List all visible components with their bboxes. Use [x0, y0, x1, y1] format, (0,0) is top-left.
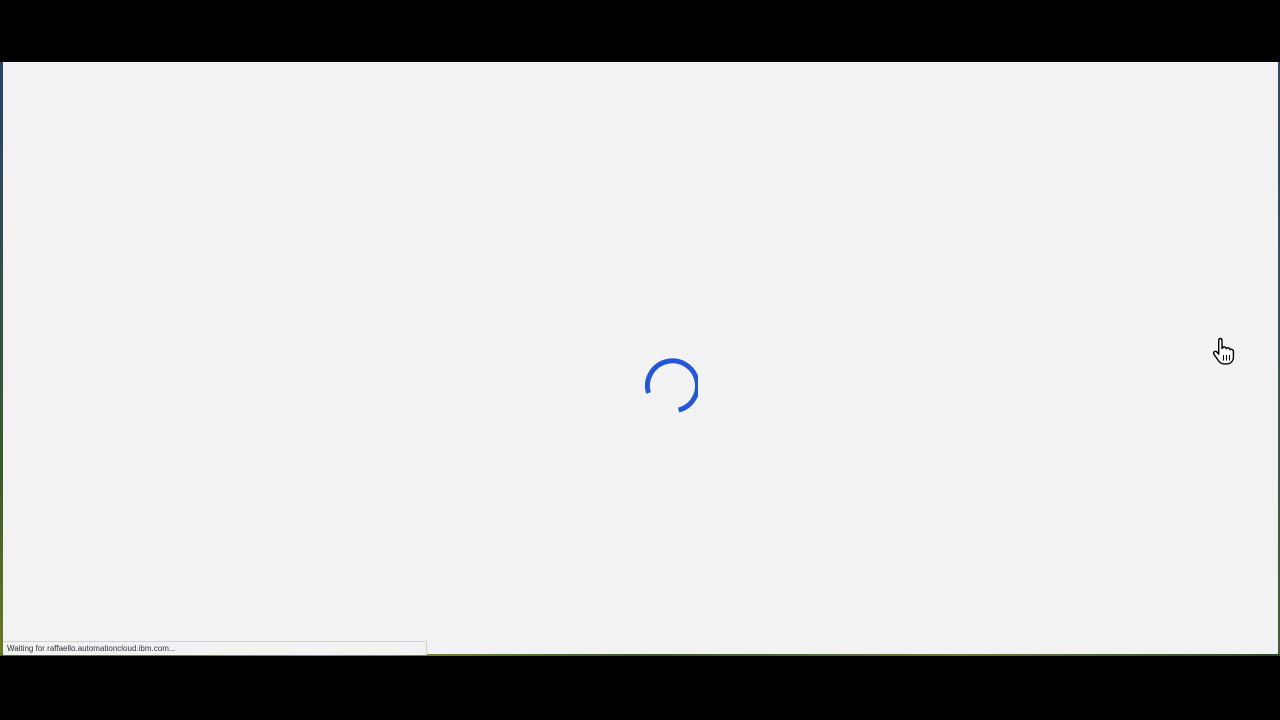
- loading-spinner-icon: [644, 358, 698, 413]
- screen-bottom-black-bar: [0, 656, 1280, 720]
- screen-top-black-bar: [0, 0, 1280, 62]
- status-text: Waiting for raffaello.automationcloud.ib…: [7, 644, 176, 653]
- hand-pointer-icon: [1212, 337, 1235, 365]
- browser-status-bar: Waiting for raffaello.automationcloud.ib…: [3, 641, 427, 655]
